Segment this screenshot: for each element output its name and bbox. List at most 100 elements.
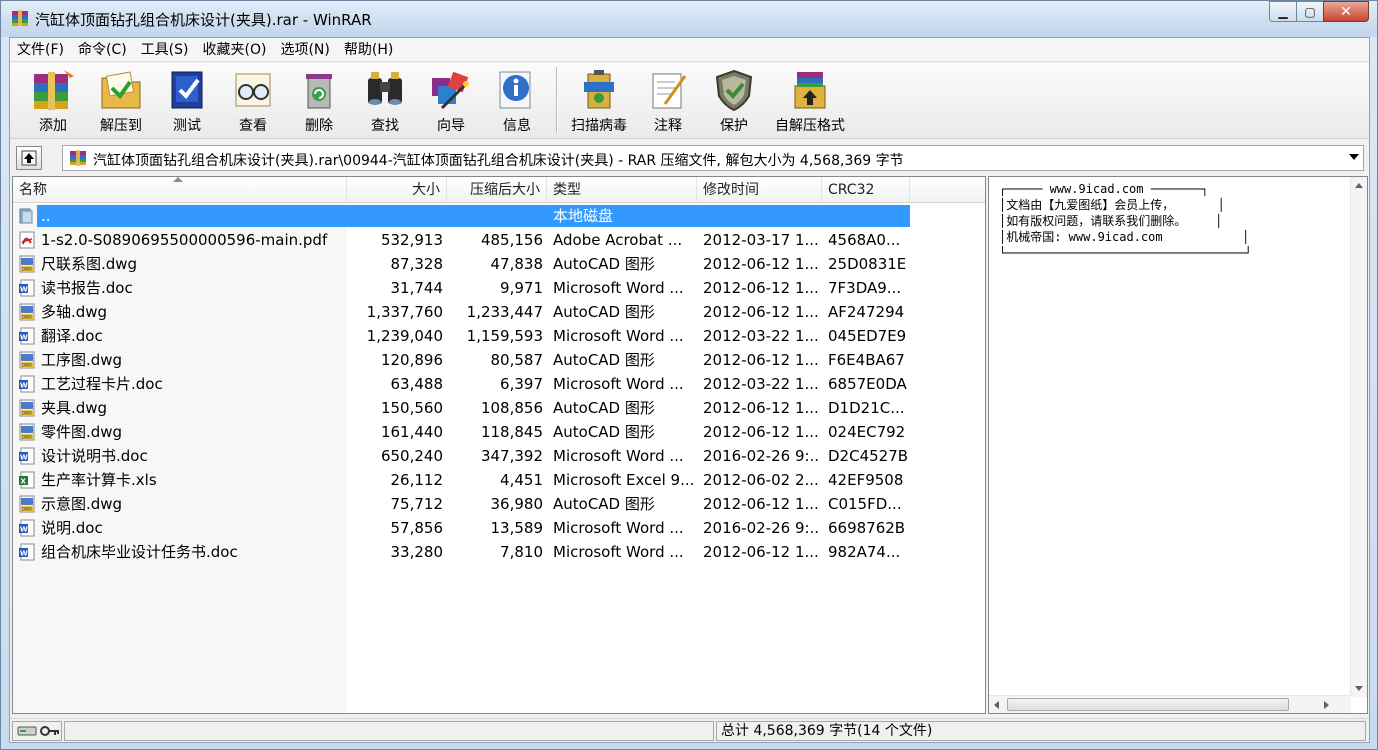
- pdf-file-icon: [18, 231, 36, 249]
- xls-file-icon: X: [18, 471, 36, 489]
- file-row[interactable]: 1-s2.0-S0890695500000596-main.pdf 532,913…: [13, 228, 985, 252]
- file-row[interactable]: W 翻译.doc 1,239,040 1,159,593 Microsoft Word …: [13, 324, 985, 348]
- status-drive-indicator[interactable]: [12, 721, 62, 741]
- file-row[interactable]: W 读书报告.doc 31,744 9,971 Microsoft Word ... 20…: [13, 276, 985, 300]
- sfx-archive-icon: [794, 71, 826, 108]
- key-icon: [40, 726, 59, 736]
- scroll-down-icon[interactable]: [1355, 686, 1363, 691]
- file-row[interactable]: DWG 尺联系图.dwg 87,328 47,838 AutoCAD 图形 2012-06…: [13, 252, 985, 276]
- add-button[interactable]: 添加: [18, 63, 88, 135]
- column-size[interactable]: 大小: [347, 177, 447, 203]
- file-row[interactable]: .. 本地磁盘: [13, 204, 985, 228]
- file-row[interactable]: W 工艺过程卡片.doc 63,488 6,397 Microsoft Word ...…: [13, 372, 985, 396]
- menu-commands[interactable]: 命令(C): [71, 39, 134, 61]
- svg-text:W: W: [20, 550, 28, 558]
- file-packed-size: 4,451: [500, 471, 543, 489]
- column-crc[interactable]: CRC32: [822, 177, 910, 203]
- title-bar[interactable]: 汽缸体顶面钻孔组合机床设计(夹具).rar - WinRAR ▁ ▢ ✕: [1, 1, 1377, 37]
- file-packed-size: 347,392: [480, 447, 543, 465]
- file-row[interactable]: W 设计说明书.doc 650,240 347,392 Microsoft Word .…: [13, 444, 985, 468]
- file-modified: 2012-06-12 1...: [703, 255, 819, 273]
- scroll-thumb[interactable]: [1007, 698, 1289, 711]
- file-type: AutoCAD 图形: [553, 399, 655, 417]
- comment-line: │文档由【九爱图纸】会员上传， │: [999, 198, 1225, 212]
- svg-text:DWG: DWG: [22, 435, 32, 440]
- chevron-down-icon[interactable]: [1349, 154, 1359, 160]
- comment-line: └─────────────────────────────────┘: [999, 246, 1252, 260]
- view-button[interactable]: 查看: [220, 63, 286, 135]
- info-button[interactable]: 信息: [484, 63, 550, 135]
- file-rows: .. 本地磁盘 1-s2.0-S0890695500000596-main.pdf 5…: [13, 204, 985, 564]
- file-row[interactable]: DWG 工序图.dwg 120,896 80,587 AutoCAD 图形 2012-06…: [13, 348, 985, 372]
- scan-virus-button[interactable]: 扫描病毒: [563, 63, 635, 135]
- path-combobox[interactable]: 汽缸体顶面钻孔组合机床设计(夹具).rar\00944-汽缸体顶面钻孔组合机床设…: [62, 145, 1364, 171]
- comment-button[interactable]: 注释: [635, 63, 701, 135]
- column-packed[interactable]: 压缩后大小: [447, 177, 547, 203]
- comment-vertical-scrollbar[interactable]: [1350, 177, 1367, 697]
- file-packed-size: 7,810: [500, 543, 543, 561]
- file-modified: 2012-03-22 1...: [703, 327, 819, 345]
- scroll-up-icon[interactable]: [1355, 183, 1363, 188]
- menu-file[interactable]: 文件(F): [10, 39, 71, 61]
- file-modified: 2012-03-17 1...: [703, 231, 819, 249]
- column-modified[interactable]: 修改时间: [697, 177, 822, 203]
- file-crc: AF247294: [828, 303, 905, 321]
- file-size: 63,488: [390, 375, 444, 393]
- maximize-button[interactable]: ▢: [1296, 1, 1324, 22]
- svg-text:W: W: [20, 526, 28, 534]
- sfx-button[interactable]: 自解压格式: [767, 63, 853, 135]
- doc-file-icon: W: [18, 447, 36, 465]
- file-packed-size: 6,397: [500, 375, 543, 393]
- comment-line: │如有版权问题，请联系我们删除。 │: [999, 214, 1223, 228]
- file-row[interactable]: W 说明.doc 57,856 13,589 Microsoft Word ... 201…: [13, 516, 985, 540]
- file-size: 1,337,760: [366, 303, 443, 321]
- menu-options[interactable]: 选项(N): [273, 39, 336, 61]
- file-name: 工序图.dwg: [41, 351, 123, 369]
- svg-text:X: X: [21, 478, 27, 486]
- up-folder-button[interactable]: [16, 146, 42, 170]
- scroll-left-icon[interactable]: [994, 701, 999, 709]
- menu-bar: 文件(F) 命令(C) 工具(S) 收藏夹(O) 选项(N) 帮助(H): [10, 38, 1369, 62]
- file-modified: 2012-06-12 1...: [703, 279, 819, 297]
- minimize-button[interactable]: ▁: [1269, 1, 1297, 22]
- file-crc: C015FD...: [828, 495, 902, 513]
- close-button[interactable]: ✕: [1323, 1, 1369, 22]
- svg-text:W: W: [20, 286, 28, 294]
- file-row[interactable]: DWG 多轴.dwg 1,337,760 1,233,447 AutoCAD 图形 201…: [13, 300, 985, 324]
- test-button[interactable]: 测试: [154, 63, 220, 135]
- file-modified: 2012-06-12 1...: [703, 351, 819, 369]
- file-packed-size: 36,980: [490, 495, 544, 513]
- menu-favorites[interactable]: 收藏夹(O): [196, 39, 274, 61]
- file-name: 翻译.doc: [41, 327, 103, 345]
- file-name: 示意图.dwg: [41, 495, 123, 513]
- menu-tools[interactable]: 工具(S): [134, 39, 196, 61]
- wizard-button[interactable]: 向导: [418, 63, 484, 135]
- comment-horizontal-scrollbar[interactable]: [989, 695, 1351, 713]
- menu-help[interactable]: 帮助(H): [337, 39, 400, 61]
- file-row[interactable]: DWG 夹具.dwg 150,560 108,856 AutoCAD 图形 2012-06…: [13, 396, 985, 420]
- column-type[interactable]: 类型: [547, 177, 697, 203]
- file-row[interactable]: X 生产率计算卡.xls 26,112 4,451 Microsoft Excel 9.…: [13, 468, 985, 492]
- file-packed-size: 118,845: [480, 423, 543, 441]
- file-crc: D2C4527B: [828, 447, 909, 465]
- protect-button[interactable]: 保护: [701, 63, 767, 135]
- dwg-file-icon: DWG: [18, 399, 36, 417]
- window-title: 汽缸体顶面钻孔组合机床设计(夹具).rar - WinRAR: [35, 11, 372, 29]
- file-row[interactable]: DWG 示意图.dwg 75,712 36,980 AutoCAD 图形 2012-06-…: [13, 492, 985, 516]
- comment-pane[interactable]: ┌───── www.9icad.com ───────┐ │文档由【九爱图纸】会…: [988, 176, 1368, 714]
- delete-button[interactable]: 删除: [286, 63, 352, 135]
- doc-file-icon: W: [18, 279, 36, 297]
- dwg-file-icon: DWG: [18, 495, 36, 513]
- find-button[interactable]: 查找: [352, 63, 418, 135]
- file-modified: 2012-06-12 1...: [703, 303, 819, 321]
- rar-archive-icon: [70, 150, 86, 166]
- extract-button[interactable]: 解压到: [88, 63, 154, 135]
- drive-icon: [17, 726, 37, 736]
- file-name: 生产率计算卡.xls: [41, 471, 157, 489]
- file-row[interactable]: W 组合机床毕业设计任务书.doc 33,280 7,810 Microsoft Wor…: [13, 540, 985, 564]
- scroll-right-icon[interactable]: [1324, 701, 1329, 709]
- status-bar: 总计 4,568,369 字节(14 个文件): [10, 718, 1369, 742]
- file-row[interactable]: DWG 零件图.dwg 161,440 118,845 AutoCAD 图形 2012-0…: [13, 420, 985, 444]
- winrar-window: 汽缸体顶面钻孔组合机床设计(夹具).rar - WinRAR ▁ ▢ ✕ 文件(…: [0, 0, 1378, 750]
- file-name: 1-s2.0-S0890695500000596-main.pdf: [41, 231, 328, 249]
